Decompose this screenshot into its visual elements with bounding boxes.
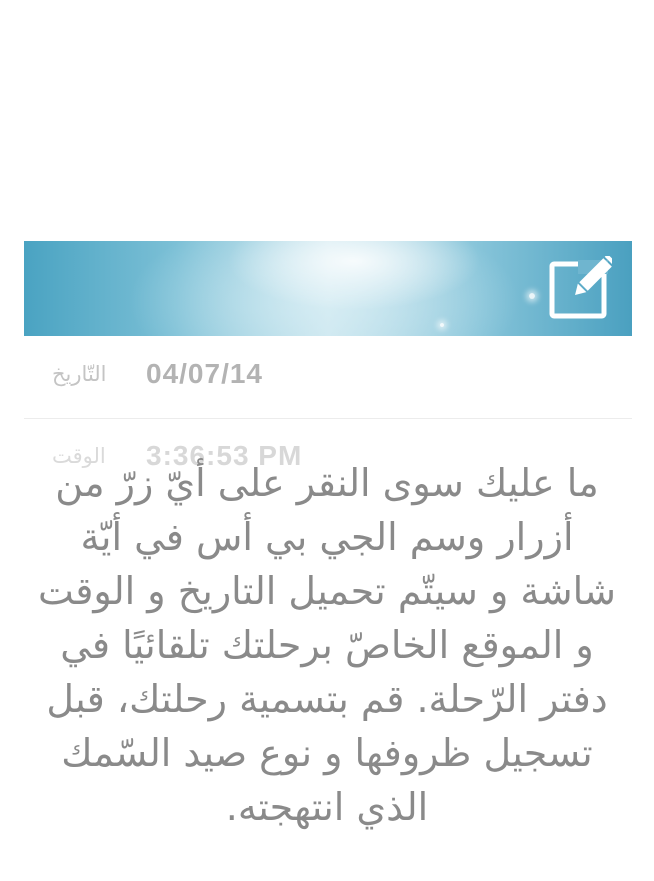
banner-sparkle [529, 293, 535, 299]
edit-button[interactable] [548, 256, 612, 320]
date-label: التّاريخ [52, 362, 107, 386]
instruction-overlay: ما عليك سوى النقر على أيّ زرّ من أزرار و… [37, 461, 617, 829]
header-banner [24, 241, 632, 336]
edit-icon [549, 256, 612, 319]
date-value: 04/07/14 [146, 358, 263, 389]
banner-sparkle [440, 323, 444, 327]
date-row[interactable]: التّاريخ 04/07/14 [24, 348, 632, 419]
